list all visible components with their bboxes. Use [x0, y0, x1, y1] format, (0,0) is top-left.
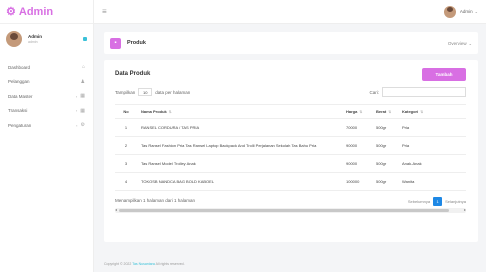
chevron-left-icon: ‹ — [75, 93, 78, 99]
cell-kategori: Pria — [398, 118, 466, 137]
table-row[interactable]: 2 Tas Ransel Fashion Pria Tas Ransel Lap… — [115, 136, 466, 155]
cell-nama: TOKOSB NANDCA BAG BOLD KABOEL — [137, 172, 342, 191]
product-icon: ▪ — [110, 37, 121, 49]
search-control: Cari: — [369, 87, 466, 97]
sidebar: ⚙ Admin Admin admin Dashboard ⌂ Pelangga… — [0, 0, 94, 272]
cell-kategori: Pria — [398, 136, 466, 155]
cell-no: 3 — [115, 154, 137, 173]
cell-berat: 500gr — [372, 172, 398, 191]
chevron-down-icon: ⌄ — [468, 40, 472, 46]
cell-harga: 100000 — [342, 172, 372, 191]
footer-brand-link[interactable]: Tas Nusantara — [132, 262, 155, 266]
pagination: Sebelumnya 1 Selanjutnya — [408, 197, 466, 206]
add-product-button[interactable]: Tambah — [422, 68, 466, 81]
length-prefix: Tampilkan — [115, 89, 136, 95]
card-title: Data Produk — [115, 71, 151, 77]
cell-nama: RANSEL CORDURA / TAS PRIA — [137, 118, 342, 137]
user-role: admin — [28, 40, 38, 44]
grid-icon: ▦ — [80, 93, 85, 100]
cell-nama: Tas Ransel Model Trolley Anak — [137, 154, 342, 173]
pagination-prev[interactable]: Sebelumnya — [408, 199, 430, 204]
sort-icon: ⇅ — [388, 110, 392, 114]
page-length-value: 10 — [143, 89, 148, 95]
table-row[interactable]: 3 Tas Ransel Model Trolley Anak 90000 50… — [115, 154, 466, 173]
topbar-user-name[interactable]: Admin — [460, 9, 473, 14]
column-header-kategori[interactable]: Kategori ⇅ — [398, 104, 466, 119]
footer-prefix: Copyright © 2022 — [104, 262, 132, 266]
product-table: No Nama Produk ⇅ Harga ⇅ Berat ⇅ Kategori ⇅ … — [115, 104, 466, 191]
column-header-nama[interactable]: Nama Produk ⇅ — [137, 104, 342, 119]
gear-icon: ⚙ — [6, 6, 16, 18]
scroll-left-icon[interactable]: ◂ — [115, 207, 117, 212]
sidebar-item-pengaturan[interactable]: Pengaturan ‹ ⚙ — [0, 118, 93, 133]
status-indicator — [83, 37, 87, 41]
horizontal-scrollbar[interactable]: ◂ ▸ — [115, 207, 466, 213]
search-input[interactable] — [382, 87, 466, 97]
column-header-no[interactable]: No — [115, 104, 137, 119]
pagination-next[interactable]: Selanjutnya — [445, 199, 466, 204]
sidebar-item-label: Pelanggan — [8, 79, 30, 85]
scroll-right-icon[interactable]: ▸ — [464, 207, 466, 212]
dashboard-icon: ⌂ — [81, 64, 85, 71]
sidebar-item-label: Data Master — [8, 93, 33, 99]
gears-icon: ⚙ — [80, 122, 85, 129]
cell-no: 2 — [115, 136, 137, 155]
user-name: Admin — [28, 34, 42, 39]
chevron-left-icon: ‹ — [75, 108, 78, 114]
cell-berat: 500gr — [372, 136, 398, 155]
cell-no: 4 — [115, 172, 137, 191]
sidebar-item-label: Dashboard — [8, 64, 31, 70]
search-label: Cari: — [369, 89, 379, 95]
users-icon: ♟ — [80, 78, 85, 85]
sort-icon: ⇅ — [420, 110, 424, 114]
sidebar-item-label: Pengaturan — [8, 122, 32, 128]
length-suffix: data per halaman — [155, 89, 191, 95]
sidebar-item-pelanggan[interactable]: Pelanggan ♟ — [0, 75, 93, 90]
sidebar-item-label: Transaksi — [8, 108, 28, 114]
page-length-control: Tampilkan 10 data per halaman — [115, 88, 190, 96]
footer: Copyright © 2022 Tas Nusantara All right… — [104, 262, 185, 266]
user-panel: Admin admin — [0, 24, 93, 54]
cell-berat: 500gr — [372, 154, 398, 173]
avatar — [6, 31, 22, 47]
sort-icon: ⇅ — [359, 110, 363, 114]
cell-harga: 90000 — [342, 136, 372, 155]
chevron-down-icon[interactable]: ⌄ — [475, 9, 478, 14]
sidebar-item-transaksi[interactable]: Transaksi ‹ ▦ — [0, 104, 93, 119]
page-length-select[interactable]: 10 — [138, 88, 153, 96]
cell-berat: 500gr — [372, 118, 398, 137]
sidebar-item-dashboard[interactable]: Dashboard ⌂ — [0, 60, 93, 75]
brand[interactable]: ⚙ Admin — [0, 0, 93, 24]
sidebar-item-data-master[interactable]: Data Master ‹ ▦ — [0, 89, 93, 104]
main-content: ▪ Produk Overview ⌄ Data Produk Tambah T… — [94, 24, 486, 272]
product-card: Data Produk Tambah Tampilkan 10 data per… — [104, 60, 478, 242]
page-header: ▪ Produk Overview ⌄ — [104, 32, 478, 54]
cell-no: 1 — [115, 118, 137, 137]
cell-kategori: Wanita — [398, 172, 466, 191]
table-row[interactable]: 1 RANSEL CORDURA / TAS PRIA 70000 500gr … — [115, 118, 466, 137]
chevron-left-icon: ‹ — [76, 122, 78, 128]
pagination-page[interactable]: 1 — [433, 197, 443, 206]
cell-harga: 90000 — [342, 154, 372, 173]
breadcrumb[interactable]: Overview — [448, 41, 467, 46]
menu-toggle-icon[interactable]: ≡ — [102, 7, 107, 16]
table-row[interactable]: 4 TOKOSB NANDCA BAG BOLD KABOEL 100000 5… — [115, 172, 466, 191]
table-header-row: No Nama Produk ⇅ Harga ⇅ Berat ⇅ Kategori ⇅ — [115, 104, 466, 119]
grid-icon: ▦ — [80, 107, 85, 114]
column-header-harga[interactable]: Harga ⇅ — [342, 104, 372, 119]
table-info: Menampilkan 1 halaman dari 1 halaman — [115, 198, 196, 203]
scrollbar-thumb[interactable] — [119, 209, 449, 212]
avatar[interactable] — [443, 5, 456, 18]
cell-kategori: Anak-Anak — [398, 154, 466, 173]
cell-harga: 70000 — [342, 118, 372, 137]
sidebar-menu: Dashboard ⌂ Pelanggan ♟ Data Master ‹ ▦ … — [0, 60, 93, 133]
column-header-berat[interactable]: Berat ⇅ — [372, 104, 398, 119]
topbar: ≡ Admin ⌄ — [94, 0, 486, 24]
page-title: Produk — [127, 40, 146, 46]
brand-name: Admin — [18, 5, 54, 18]
sort-icon: ⇅ — [168, 110, 172, 114]
footer-suffix: All rights reserved. — [155, 262, 185, 266]
cell-nama: Tas Ransel Fashion Pria Tas Ransel Lapto… — [137, 136, 342, 155]
